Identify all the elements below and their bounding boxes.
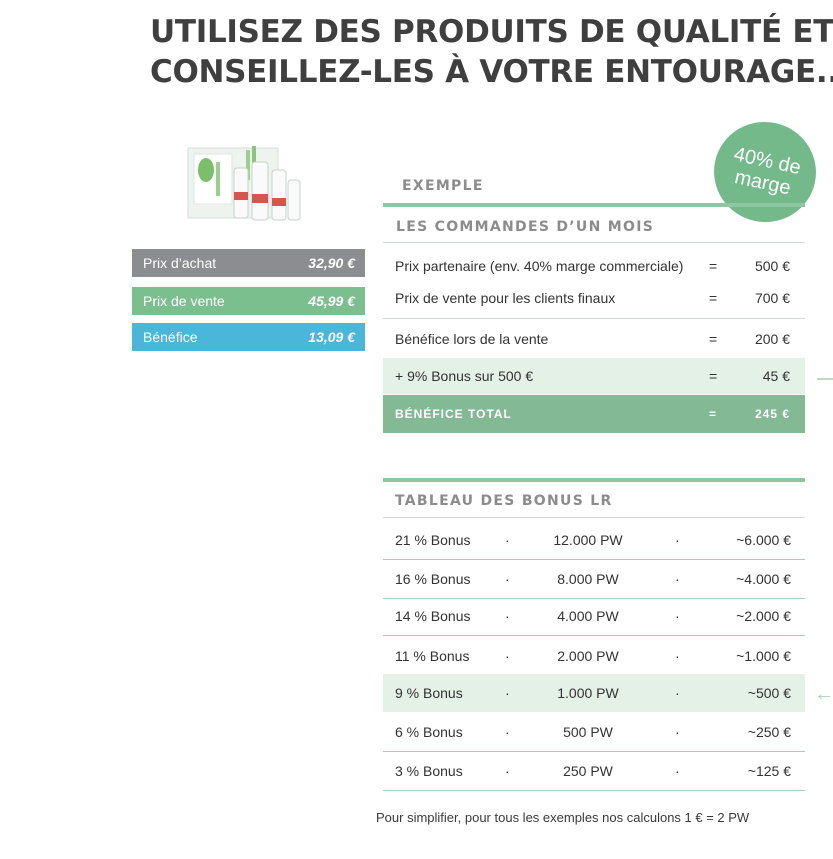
- bonus-pw: 500 PW: [563, 724, 613, 740]
- example-row: Bénéfice lors de la vente = 200 €: [383, 321, 805, 357]
- bonus-percent: 3 % Bonus: [395, 763, 463, 779]
- bonus-percent: 11 % Bonus: [395, 648, 470, 664]
- bonus-row: 21 % Bonus · 12.000 PW · ~6.000 €: [383, 521, 805, 560]
- row-value: 500 €: [754, 258, 790, 274]
- row-description: + 9% Bonus sur 500 €: [395, 368, 534, 384]
- separator-dot: ·: [675, 571, 680, 587]
- bonus-amount: ~500 €: [747, 685, 791, 701]
- bonus-amount: ~4.000 €: [736, 571, 791, 587]
- equals-sign: =: [709, 331, 718, 347]
- price-row-sale: Prix de vente 45,99 €: [132, 287, 365, 315]
- headline-line-2: CONSEILLEZ-LES À VOTRE ENTOURAGE...: [150, 54, 833, 90]
- divider: [383, 242, 805, 243]
- bonus-amount: ~2.000 €: [736, 608, 791, 624]
- bonus-pw: 2.000 PW: [557, 648, 619, 664]
- separator-dot: ·: [675, 532, 680, 548]
- bonus-amount: ~1.000 €: [736, 648, 791, 664]
- bonus-row: 3 % Bonus · 250 PW · ~125 €: [383, 752, 805, 791]
- bonus-percent: 14 % Bonus: [395, 608, 471, 624]
- row-description: Prix partenaire (env. 40% marge commerci…: [395, 258, 684, 274]
- example-row: Prix partenaire (env. 40% marge commerci…: [383, 248, 805, 284]
- row-value: 200 €: [754, 331, 790, 347]
- bonus-pw: 12.000 PW: [553, 532, 623, 548]
- bonus-amount: ~125 €: [747, 763, 791, 779]
- example-row-bonus: + 9% Bonus sur 500 € = 45 €: [383, 358, 805, 394]
- price-label: Prix d’achat: [143, 255, 217, 271]
- bonus-row-highlighted: 9 % Bonus · 1.000 PW · ~500 €: [383, 674, 805, 712]
- total-label: BÉNÉFICE TOTAL: [395, 407, 512, 421]
- separator-dot: ·: [505, 608, 510, 624]
- bonus-row: 11 % Bonus · 2.000 PW · ~1.000 €: [383, 637, 805, 676]
- price-label: Prix de vente: [143, 293, 225, 309]
- divider: [383, 203, 805, 207]
- separator-dot: ·: [505, 532, 510, 548]
- arrow-left-icon: ←: [814, 683, 833, 705]
- price-value: 32,90 €: [308, 255, 355, 271]
- bonus-table-heading: TABLEAU DES BONUS LR: [395, 493, 613, 509]
- monthly-orders-heading: LES COMMANDES D’UN MOIS: [396, 219, 655, 235]
- bonus-row: 6 % Bonus · 500 PW · ~250 €: [383, 713, 805, 752]
- row-description: Prix de vente pour les clients finaux: [395, 290, 616, 306]
- separator-dot: ·: [505, 685, 510, 701]
- margin-badge: 40% de marge: [704, 112, 826, 232]
- bonus-amount: ~6.000 €: [736, 532, 791, 548]
- example-label: EXEMPLE: [402, 178, 484, 194]
- bonus-row: 16 % Bonus · 8.000 PW · ~4.000 €: [383, 560, 805, 599]
- bonus-pw: 8.000 PW: [557, 571, 619, 587]
- total-value: 245 €: [754, 407, 790, 421]
- bonus-pw: 250 PW: [563, 763, 613, 779]
- bonus-pw: 4.000 PW: [557, 608, 619, 624]
- separator-dot: ·: [505, 763, 510, 779]
- side-mark: [817, 378, 833, 380]
- bonus-amount: ~250 €: [747, 724, 791, 740]
- row-value: 45 €: [762, 368, 790, 384]
- row-description: Bénéfice lors de la vente: [395, 331, 549, 347]
- separator-dot: ·: [675, 685, 680, 701]
- product-image: [187, 146, 301, 221]
- headline-line-1: UTILISEZ DES PRODUITS DE QUALITÉ ET: [150, 14, 833, 50]
- separator-dot: ·: [505, 648, 510, 664]
- price-value: 13,09 €: [308, 329, 355, 345]
- bonus-pw: 1.000 PW: [557, 685, 619, 701]
- separator-dot: ·: [675, 608, 680, 624]
- example-row: Prix de vente pour les clients finaux = …: [383, 280, 805, 316]
- divider: [383, 478, 805, 482]
- separator-dot: ·: [675, 763, 680, 779]
- separator-dot: ·: [675, 724, 680, 740]
- total-profit-row: BÉNÉFICE TOTAL = 245 €: [383, 395, 805, 433]
- bonus-row: 14 % Bonus · 4.000 PW · ~2.000 €: [383, 597, 805, 636]
- equals-sign: =: [709, 368, 718, 384]
- divider: [383, 318, 805, 319]
- footnote: Pour simplifier, pour tous les exemples …: [376, 810, 750, 825]
- bonus-percent: 21 % Bonus: [395, 532, 471, 548]
- price-row-profit: Bénéfice 13,09 €: [132, 323, 365, 351]
- equals-sign: =: [709, 407, 718, 421]
- divider: [383, 517, 805, 518]
- row-value: 700 €: [754, 290, 790, 306]
- separator-dot: ·: [505, 571, 510, 587]
- separator-dot: ·: [505, 724, 510, 740]
- price-value: 45,99 €: [308, 293, 355, 309]
- bonus-percent: 16 % Bonus: [395, 571, 471, 587]
- equals-sign: =: [709, 290, 718, 306]
- bonus-percent: 9 % Bonus: [395, 685, 463, 701]
- page-headline: UTILISEZ DES PRODUITS DE QUALITÉ ET CONS…: [150, 12, 833, 92]
- separator-dot: ·: [675, 648, 680, 664]
- price-row-purchase: Prix d’achat 32,90 €: [132, 249, 365, 277]
- bonus-percent: 6 % Bonus: [395, 724, 463, 740]
- price-label: Bénéfice: [143, 329, 198, 345]
- equals-sign: =: [709, 258, 718, 274]
